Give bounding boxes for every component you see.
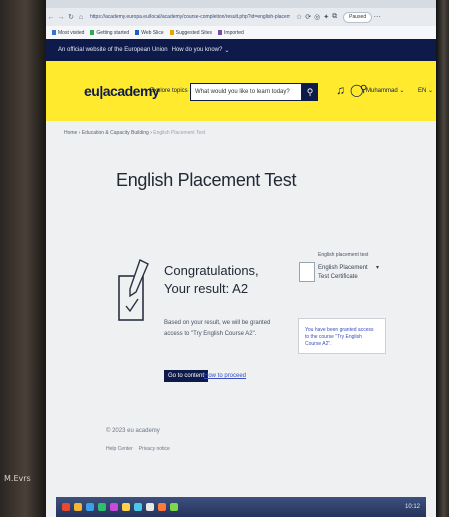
bookmark-icon [90,30,95,35]
bookmark-icon [218,30,223,35]
bookmark-icon [169,30,174,35]
breadcrumb-current: English Placement Test [153,130,206,136]
page-title: English Placement Test [116,170,297,190]
photo-label: M.Evrs [4,474,31,483]
address-bar-row: ← → ↻ ⌂ https://academy.europa.eu/local/… [46,8,436,26]
home-icon[interactable]: ⌂ [76,14,86,21]
background-wall [436,0,449,517]
taskbar-app-icon[interactable] [158,503,166,511]
taskbar-app-icon[interactable] [170,503,178,511]
breadcrumb: Home › Education & Capacity Building › E… [64,130,205,136]
footer-copyright: © 2023 eu academy [106,428,160,434]
bookmark-item[interactable]: Getting started [90,30,129,36]
language-selector[interactable]: EN ⌄ [418,87,433,94]
bookmark-icon [52,30,56,35]
taskbar-app-icon[interactable] [110,503,118,511]
site-header: eu|academy Explore topics ⌄ What would y… [46,61,436,121]
sync-paused-button[interactable]: Paused [343,11,373,23]
bookmark-item[interactable]: Most visited [52,30,84,36]
url-field[interactable]: https://academy.europa.eu/local/academy/… [90,14,290,20]
taskbar-app-icon[interactable] [122,503,130,511]
breadcrumb-home[interactable]: Home [64,130,77,136]
result-line: Your result: A2 [164,281,249,296]
result-description: Based on your result, we will be granted… [164,320,271,337]
bookmark-icon [135,30,140,35]
taskbar-app-icon[interactable] [98,503,106,511]
start-icon[interactable] [62,503,70,511]
certificate-icon [299,262,315,282]
certificate-pen-icon [118,259,149,321]
explore-topics-menu[interactable]: Explore topics ⌄ [150,87,194,94]
go-to-content-button[interactable]: Go to content [164,370,209,382]
chevron-down-icon[interactable]: ⌄ [224,47,229,54]
bookmarks-bar: Most visited Getting started Web Slice S… [46,26,436,39]
bookmark-item[interactable]: Suggested Sites [169,30,212,36]
taskbar-app-icon[interactable] [74,503,82,511]
shield-icon[interactable]: ◎ [314,13,320,21]
access-hint-box: You have been granted access to the cour… [298,318,386,354]
collections-icon[interactable]: ⧉ [332,13,337,21]
monitor-bezel-left [0,0,46,517]
search-placeholder: What would you like to learn today? [195,89,290,95]
bookmark-item[interactable]: Web Slice [135,30,164,36]
tab-strip [46,0,436,8]
search-input[interactable]: What would you like to learn today? [190,83,302,101]
site-logo[interactable]: eu|academy [84,83,160,99]
search-icon[interactable]: ⚲ [302,83,318,101]
puzzle-icon[interactable]: ✦ [323,13,329,21]
footer-link-privacy[interactable]: Privacy notice [139,446,170,452]
user-menu[interactable]: Muhammad ⌄ [366,87,404,94]
result-heading: Congratulations, Your result: A2 [164,262,259,298]
taskbar-app-icon[interactable] [86,503,94,511]
chevron-down-icon[interactable]: ▾ [376,264,379,271]
forward-icon[interactable]: → [56,14,66,21]
sidebar-title: English placement test [318,252,369,258]
refresh-ext-icon[interactable]: ⟳ [305,13,311,21]
reload-icon[interactable]: ↻ [66,13,76,21]
bookmark-item[interactable]: Imported [218,30,244,36]
how-to-proceed-link[interactable]: How to proceed [204,373,246,379]
certificate-name[interactable]: English Placement Test Certificate [318,264,368,282]
eu-banner-link[interactable]: How do you know? [172,47,223,53]
more-icon[interactable]: ⋯ [372,13,382,21]
eu-official-banner: An official website of the European Unio… [46,39,436,61]
taskbar-app-icon[interactable] [146,503,154,511]
browser-window: ← → ↻ ⌂ https://academy.europa.eu/local/… [46,0,436,517]
taskbar-clock: 10:12 [404,504,420,510]
notification-bell-icon[interactable]: ♫ [336,83,345,97]
extension-icons: ☆ ⟳ ◎ ✦ ⧉ [296,13,337,21]
taskbar-app-icon[interactable] [134,503,142,511]
footer-link-help[interactable]: Help Center [106,446,133,452]
footer-links: Help Center Privacy notice [106,446,170,452]
eu-banner-text: An official website of the European Unio… [58,47,168,53]
back-icon[interactable]: ← [46,14,56,21]
star-icon[interactable]: ☆ [296,13,302,21]
congrats-line: Congratulations, [164,263,259,278]
breadcrumb-section[interactable]: Education & Capacity Building [82,130,149,136]
taskbar: 10:12 [56,497,426,517]
